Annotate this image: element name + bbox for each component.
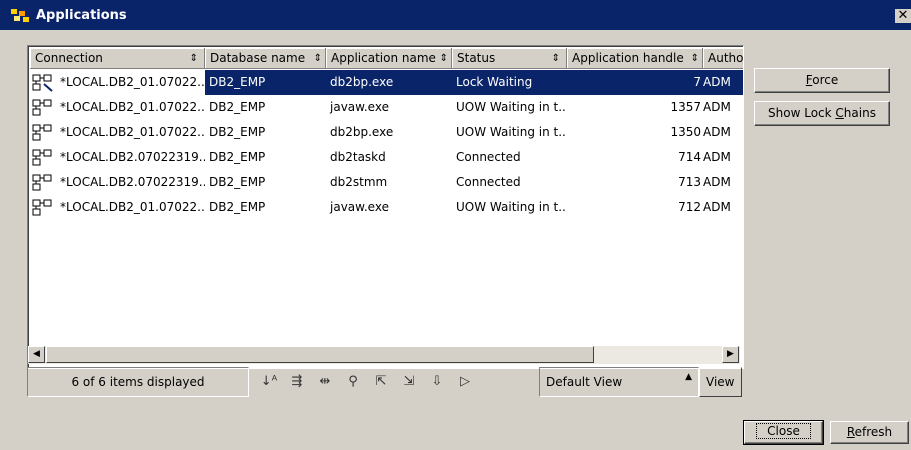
cell-authorization: ADM xyxy=(703,125,731,139)
cell-status: Lock Waiting xyxy=(452,70,567,95)
force-button[interactable]: Force xyxy=(754,68,890,93)
find-icon[interactable]: ⚲ xyxy=(343,373,363,391)
cell-database-name: DB2_EMP xyxy=(209,175,266,189)
applications-list[interactable]: Connection ⇕ Database name ⇕ Application n… xyxy=(27,45,744,369)
close-button[interactable]: Close xyxy=(743,420,824,445)
cell-status: UOW Waiting in t... xyxy=(456,125,567,139)
cell-status: UOW Waiting in t... xyxy=(456,200,567,214)
column-header-authorization[interactable]: Autho xyxy=(703,48,743,69)
sort-icon: ⇕ xyxy=(439,53,448,64)
connection-icon xyxy=(32,149,52,166)
connection-icon xyxy=(32,124,52,141)
table-row[interactable]: *LOCAL.DB2_01.07022... DB2_EMP db2bp.exe UO… xyxy=(30,120,742,145)
cell-application-name: javaw.exe xyxy=(330,100,389,114)
cell-authorization: ADM xyxy=(703,150,731,164)
deselect-icon[interactable]: ⇲ xyxy=(399,373,419,391)
status-bar: 6 of 6 items displayed ↓ᴬ ⇶ ⇹ ⚲ ⇱ ⇲ ⇩ ▷ Default… xyxy=(27,367,742,397)
cell-authorization: ADM xyxy=(703,70,743,95)
column-header-database-name[interactable]: Database name ⇕ xyxy=(205,48,326,69)
cell-database-name: DB2_EMP xyxy=(209,200,266,214)
filter-icon[interactable]: ⇶ xyxy=(287,373,307,391)
column-header-application-name[interactable]: Application name ⇕ xyxy=(326,48,452,69)
sort-icon: ⇕ xyxy=(189,53,198,64)
cell-authorization: ADM xyxy=(703,200,731,214)
cell-application-name: db2bp.exe xyxy=(330,125,394,139)
column-header-connection[interactable]: Connection ⇕ xyxy=(30,48,205,69)
view-select[interactable]: Default View ▲ xyxy=(539,367,699,397)
horizontal-scrollbar[interactable]: ◀ ▶ xyxy=(28,346,740,364)
column-header-application-handle[interactable]: Application handle ⇕ xyxy=(567,48,703,69)
select-all-icon[interactable]: ⇱ xyxy=(371,373,391,391)
cell-application-name: db2bp.exe xyxy=(326,70,452,95)
scroll-left-icon[interactable]: ◀ xyxy=(28,346,45,363)
view-select-value: Default View xyxy=(546,375,623,389)
lock-waiting-connection-icon xyxy=(32,74,53,92)
column-header-status[interactable]: Status ⇕ xyxy=(452,48,567,69)
cell-status: Connected xyxy=(456,175,521,189)
title-bar: Applications ✕ xyxy=(0,0,911,30)
cell-application-name: db2taskd xyxy=(330,150,386,164)
cell-database-name: DB2_EMP xyxy=(209,100,266,114)
connection-icon xyxy=(32,174,52,191)
cell-application-name: javaw.exe xyxy=(330,200,389,214)
cell-status: UOW Waiting in t... xyxy=(456,100,567,114)
cell-application-handle: 1350 xyxy=(670,125,701,139)
connection-icon xyxy=(32,99,52,116)
cell-status: Connected xyxy=(456,150,521,164)
cell-database-name: DB2_EMP xyxy=(209,125,266,139)
applications-icon xyxy=(11,9,29,22)
sort-icon[interactable]: ↓ᴬ xyxy=(259,373,279,391)
close-window-icon[interactable]: ✕ xyxy=(895,9,911,23)
cell-database-name: DB2_EMP xyxy=(209,150,266,164)
cell-application-name: db2stmm xyxy=(330,175,388,189)
connection-icon xyxy=(32,199,52,216)
table-row[interactable]: *LOCAL.DB2.07022319... DB2_EMP db2taskd Con… xyxy=(30,145,742,170)
table-row[interactable]: *LOCAL.DB2_01.07022... DB2_EMP db2bp.exe Lo… xyxy=(30,70,743,95)
cell-connection: *LOCAL.DB2_01.07022... xyxy=(60,100,205,114)
items-count: 6 of 6 items displayed xyxy=(27,367,249,397)
scroll-thumb[interactable] xyxy=(46,346,594,363)
collapse-icon[interactable]: ▷ xyxy=(455,373,475,391)
cell-connection: *LOCAL.DB2.07022319... xyxy=(60,175,205,189)
window-title: Applications xyxy=(36,8,127,23)
view-button[interactable]: View xyxy=(699,367,742,397)
cell-authorization: ADM xyxy=(703,100,731,114)
table-row[interactable]: *LOCAL.DB2_01.07022... DB2_EMP javaw.exe UO… xyxy=(30,95,742,120)
expand-icon[interactable]: ⇩ xyxy=(427,373,447,391)
cell-application-handle: 713 xyxy=(678,175,701,189)
cell-connection: *LOCAL.DB2_01.07022... xyxy=(30,70,205,95)
cell-connection: *LOCAL.DB2_01.07022... xyxy=(60,125,205,139)
cell-application-handle: 1357 xyxy=(670,100,701,114)
columns-icon[interactable]: ⇹ xyxy=(315,373,335,391)
cell-database-name: DB2_EMP xyxy=(205,70,326,95)
cell-authorization: ADM xyxy=(703,175,731,189)
cell-application-handle: 712 xyxy=(678,200,701,214)
table-row[interactable]: *LOCAL.DB2.07022319... DB2_EMP db2stmm Conn… xyxy=(30,170,742,195)
table-header: Connection ⇕ Database name ⇕ Application n… xyxy=(30,48,743,69)
show-lock-chains-button[interactable]: Show Lock Chains xyxy=(754,101,890,126)
refresh-button[interactable]: Refresh xyxy=(830,421,909,444)
sort-icon: ⇕ xyxy=(313,53,322,64)
scroll-right-icon[interactable]: ▶ xyxy=(722,346,739,363)
dropdown-arrow-icon: ▲ xyxy=(685,372,692,382)
cell-connection: *LOCAL.DB2_01.07022... xyxy=(60,200,205,214)
table-row[interactable]: *LOCAL.DB2_01.07022... DB2_EMP javaw.exe UO… xyxy=(30,195,742,220)
cell-application-handle: 7 xyxy=(567,70,703,95)
cell-connection: *LOCAL.DB2.07022319... xyxy=(60,150,205,164)
sort-icon: ⇕ xyxy=(690,53,699,64)
sort-icon: ⇕ xyxy=(551,53,560,64)
cell-application-handle: 714 xyxy=(678,150,701,164)
